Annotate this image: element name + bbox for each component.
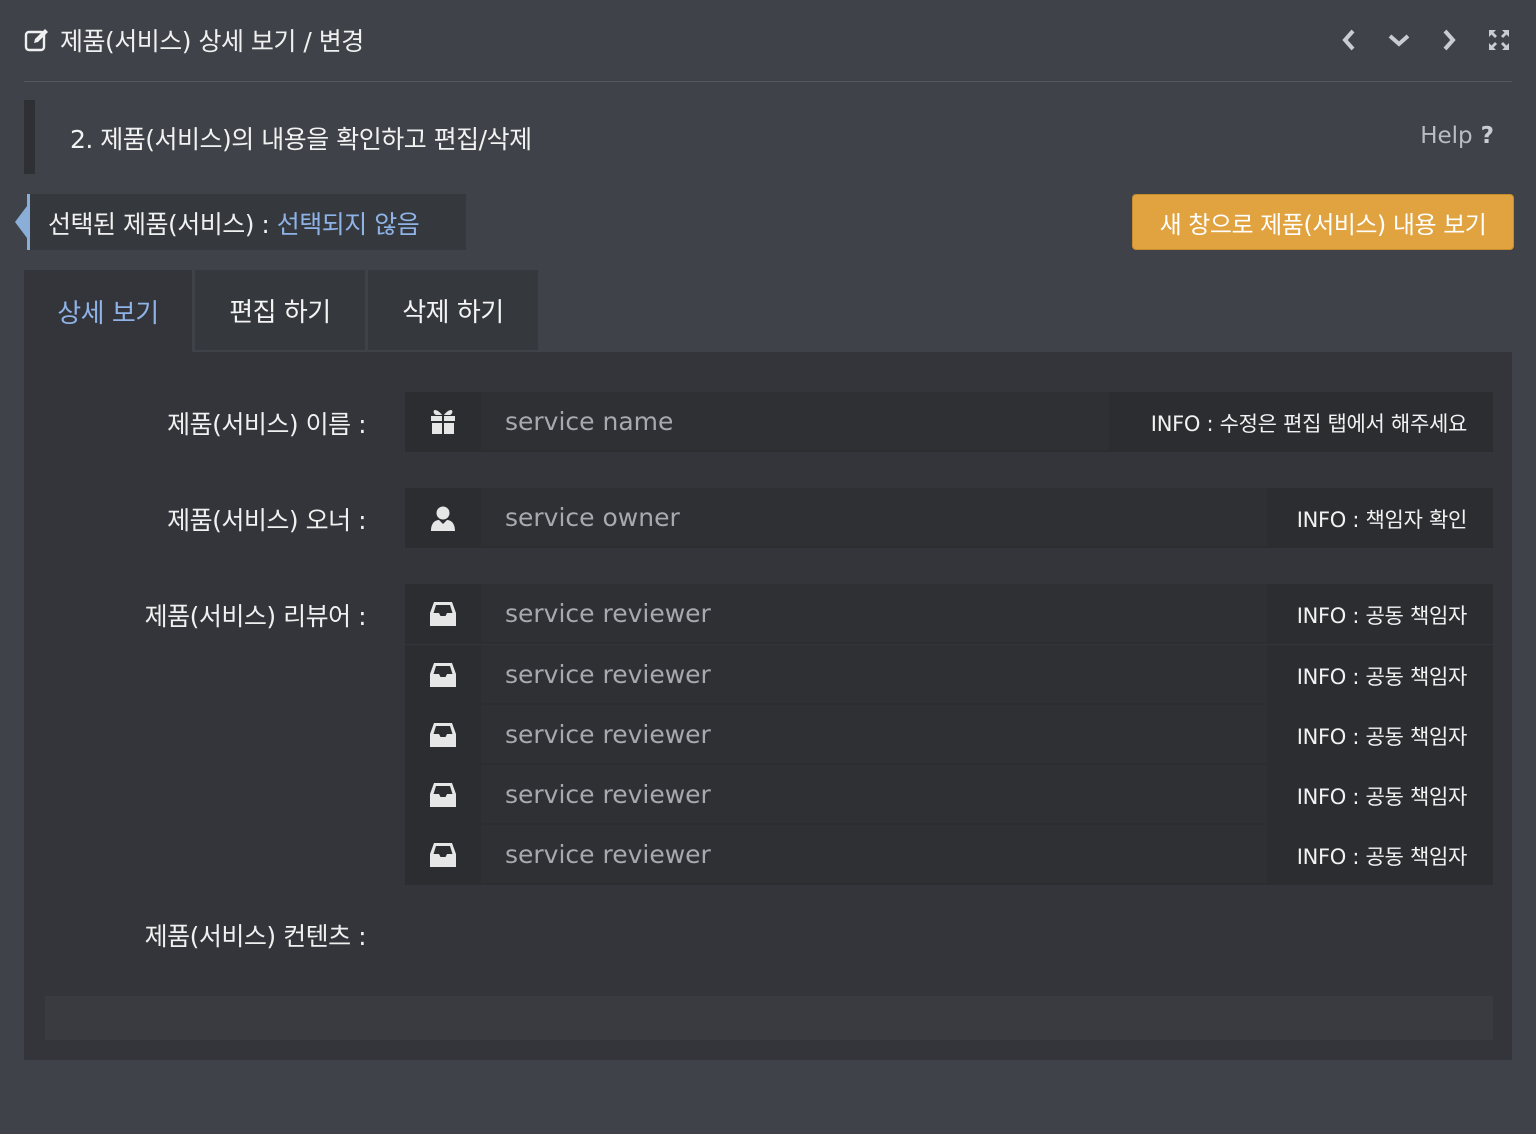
service-reviewer-row: INFO : 공동 책임자	[405, 765, 1493, 825]
window-header: 제품(서비스) 상세 보기 / 변경	[0, 0, 1536, 82]
service-name-input[interactable]	[481, 392, 1109, 450]
open-new-window-button[interactable]: 새 창으로 제품(서비스) 내용 보기	[1132, 194, 1514, 250]
service-reviewer-info: INFO : 공동 책임자	[1296, 604, 1468, 628]
help-link[interactable]: Help ?	[1420, 123, 1494, 149]
service-name-row: INFO : 수정은 편집 탭에서 해주세요	[405, 392, 1493, 452]
inbox-icon	[405, 705, 481, 765]
tab-bar: 상세 보기 편집 하기 삭제 하기	[24, 270, 538, 352]
service-contents-area	[45, 996, 1493, 1040]
service-reviewer-label: 제품(서비스) 리뷰어 :	[144, 602, 367, 631]
service-reviewer-row: INFO : 공동 책임자	[405, 705, 1493, 765]
step-title: 2. 제품(서비스)의 내용을 확인하고 편집/삭제	[70, 125, 532, 154]
service-owner-row: INFO : 책임자 확인	[405, 488, 1493, 548]
selected-arrow-icon	[15, 206, 27, 238]
service-reviewer-input[interactable]	[481, 645, 1267, 703]
service-reviewer-info: INFO : 공동 책임자	[1296, 665, 1468, 689]
tab-detail-view[interactable]: 상세 보기	[24, 270, 192, 352]
selected-accent-bar	[27, 194, 30, 250]
tab-delete[interactable]: 삭제 하기	[368, 270, 538, 350]
chevron-left-icon[interactable]	[1338, 28, 1360, 52]
service-reviewer-input[interactable]	[481, 825, 1267, 883]
service-reviewer-row: INFO : 공동 책임자	[405, 645, 1493, 705]
selected-value: 선택되지 않음	[276, 210, 420, 239]
fullscreen-icon[interactable]	[1488, 28, 1510, 52]
question-icon: ?	[1480, 123, 1494, 149]
service-reviewer-input[interactable]	[481, 584, 1267, 642]
selected-label: 선택된 제품(서비스) :	[48, 210, 277, 239]
window-controls	[1338, 28, 1510, 52]
inbox-icon	[405, 765, 481, 825]
chevron-right-icon[interactable]	[1438, 28, 1460, 52]
edit-icon	[24, 29, 48, 52]
chevron-down-icon[interactable]	[1388, 28, 1410, 52]
tab-edit[interactable]: 편집 하기	[195, 270, 365, 350]
help-label: Help	[1420, 123, 1473, 149]
step-bar: 2. 제품(서비스)의 내용을 확인하고 편집/삭제 Help ?	[24, 100, 1512, 174]
service-reviewer-row: INFO : 공동 책임자	[405, 584, 1493, 644]
service-reviewer-info: INFO : 공동 책임자	[1296, 785, 1468, 809]
service-reviewer-input[interactable]	[481, 765, 1267, 823]
inbox-icon	[405, 825, 481, 885]
service-owner-input[interactable]	[481, 488, 1267, 546]
service-reviewer-input[interactable]	[481, 705, 1267, 763]
service-reviewer-row: INFO : 공동 책임자	[405, 825, 1493, 885]
service-name-label: 제품(서비스) 이름 :	[167, 410, 366, 439]
step-accent	[24, 100, 35, 174]
window-title: 제품(서비스) 상세 보기 / 변경	[60, 27, 364, 56]
service-reviewer-info: INFO : 공동 책임자	[1296, 725, 1468, 749]
selected-product-text: 선택된 제품(서비스) : 선택되지 않음	[48, 205, 420, 241]
service-reviewer-info: INFO : 공동 책임자	[1296, 845, 1468, 869]
service-owner-info: INFO : 책임자 확인	[1296, 508, 1468, 532]
gift-icon	[405, 392, 481, 452]
user-icon	[405, 488, 481, 548]
inbox-icon	[405, 645, 481, 705]
header-divider	[24, 81, 1512, 82]
service-contents-label: 제품(서비스) 컨텐츠 :	[144, 922, 367, 951]
inbox-icon	[405, 584, 481, 644]
service-owner-label: 제품(서비스) 오너 :	[167, 506, 366, 535]
service-name-info: INFO : 수정은 편집 탭에서 해주세요	[1150, 412, 1468, 436]
